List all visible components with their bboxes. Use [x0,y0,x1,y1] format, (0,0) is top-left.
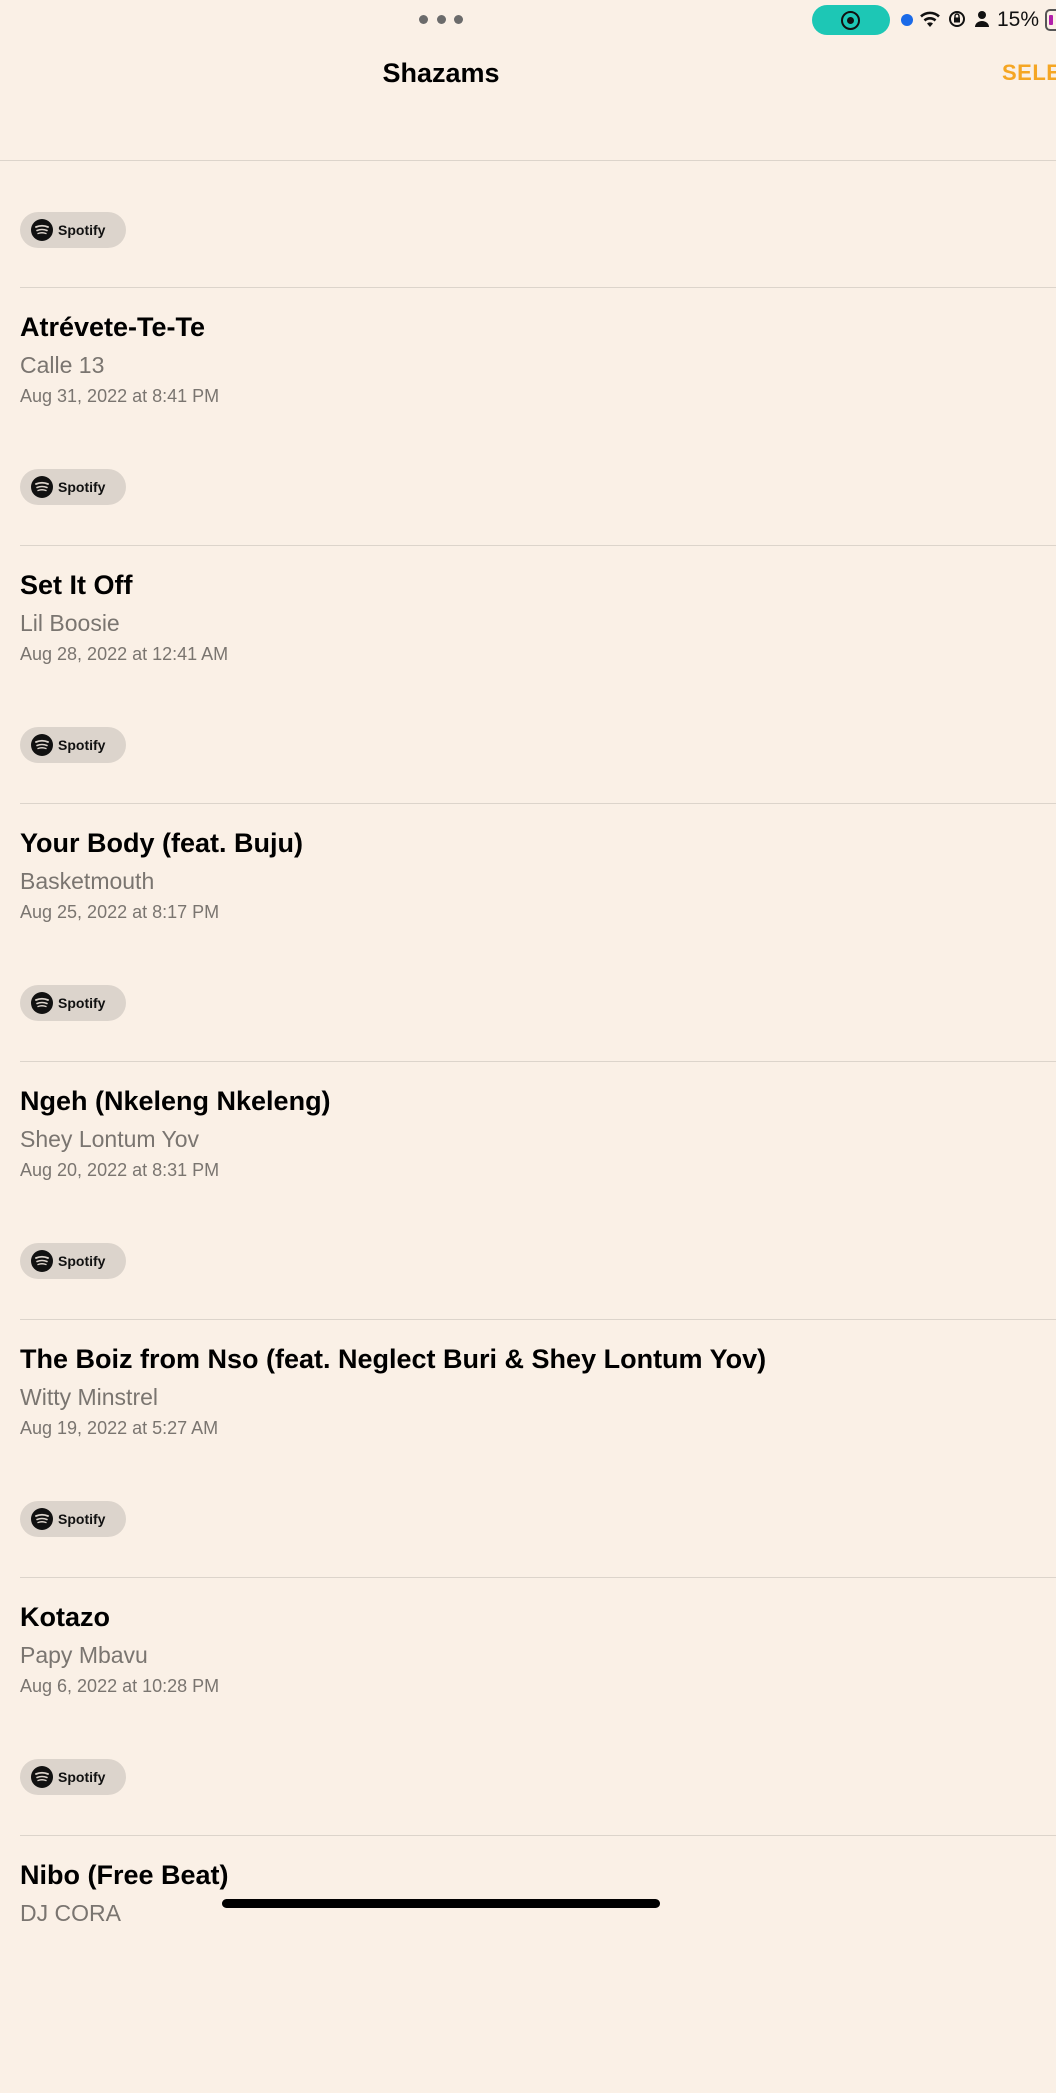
list-item[interactable]: Atrévete-Te-Te Calle 13 Aug 31, 2022 at … [20,288,1056,546]
list-item[interactable]: Kotazo Papy Mbavu Aug 6, 2022 at 10:28 P… [20,1578,1056,1836]
spotify-button[interactable]: Spotify [20,727,126,763]
spotify-label: Spotify [58,1511,106,1527]
list-item[interactable]: Set It Off Lil Boosie Aug 28, 2022 at 12… [20,546,1056,804]
spotify-label: Spotify [58,995,106,1011]
song-title: Nibo (Free Beat) [20,1860,229,1890]
spotify-button[interactable]: Spotify [20,1501,126,1537]
spotify-label: Spotify [58,479,106,495]
screen-record-icon[interactable] [812,5,890,35]
nav-bar: Shazams SELE [0,40,1056,161]
spotify-icon [31,1508,53,1530]
song-title: Your Body (feat. Buju) [20,828,303,858]
song-title: Set It Off [20,570,133,600]
spotify-icon [31,734,53,756]
shazam-date: Aug 25, 2022 at 8:17 PM [20,902,220,922]
list-item[interactable]: Your Body (feat. Buju) Basketmouth Aug 2… [20,804,1056,1062]
spotify-label: Spotify [58,737,106,753]
artist-name: Calle 13 [20,352,105,378]
spotify-label: Spotify [58,222,106,238]
spotify-button[interactable]: Spotify [20,469,126,505]
spotify-icon [31,1250,53,1272]
song-title: Kotazo [20,1602,110,1632]
more-dots-icon[interactable] [419,13,463,25]
shazam-date: Aug 31, 2022 at 8:41 PM [20,386,220,406]
artist-name: Papy Mbavu [20,1642,148,1668]
shazam-date: Aug 6, 2022 at 10:28 PM [20,1676,220,1696]
page-title: Shazams [382,58,500,88]
artist-name: DJ CORA [20,1900,121,1926]
spotify-icon [31,992,53,1014]
spotify-label: Spotify [58,1769,106,1785]
select-button[interactable]: SELE [1002,60,1056,86]
shazam-date: Aug 19, 2022 at 5:27 AM [20,1418,219,1438]
spotify-button[interactable]: Spotify [20,212,126,248]
location-dot-icon [901,14,913,26]
battery-icon [1045,9,1056,31]
list-item[interactable]: The Boiz from Nso (feat. Neglect Buri & … [20,1320,1056,1578]
spotify-label: Spotify [58,1253,106,1269]
list-item[interactable]: Ngeh (Nkeleng Nkeleng) Shey Lontum Yov A… [20,1062,1056,1320]
song-title: Ngeh (Nkeleng Nkeleng) [20,1086,331,1116]
spotify-icon [31,219,53,241]
song-title: Atrévete-Te-Te [20,312,206,342]
artist-name: Shey Lontum Yov [20,1126,200,1152]
artist-name: Witty Minstrel [20,1384,158,1410]
spotify-button[interactable]: Spotify [20,1759,126,1795]
home-indicator[interactable] [222,1899,660,1908]
artist-name: Lil Boosie [20,610,120,636]
rotation-lock-icon [949,11,965,27]
status-bar: 15% [0,0,1056,40]
person-icon [975,11,989,27]
spotify-button[interactable]: Spotify [20,985,126,1021]
wifi-icon [920,11,940,27]
list-item-partial: Spotify [20,161,1056,288]
list-item[interactable]: Nibo (Free Beat) DJ CORA [20,1836,1056,2093]
spotify-icon [31,1766,53,1788]
shazam-date: Aug 20, 2022 at 8:31 PM [20,1160,220,1180]
battery-percent: 15% [997,8,1040,31]
spotify-button[interactable]: Spotify [20,1243,126,1279]
song-title: The Boiz from Nso (feat. Neglect Buri & … [20,1344,767,1374]
artist-name: Basketmouth [20,868,155,894]
shazam-date: Aug 28, 2022 at 12:41 AM [20,644,229,664]
shazam-list: Spotify Atrévete-Te-Te Calle 13 Aug 31, … [0,161,1056,2093]
spotify-icon [31,476,53,498]
